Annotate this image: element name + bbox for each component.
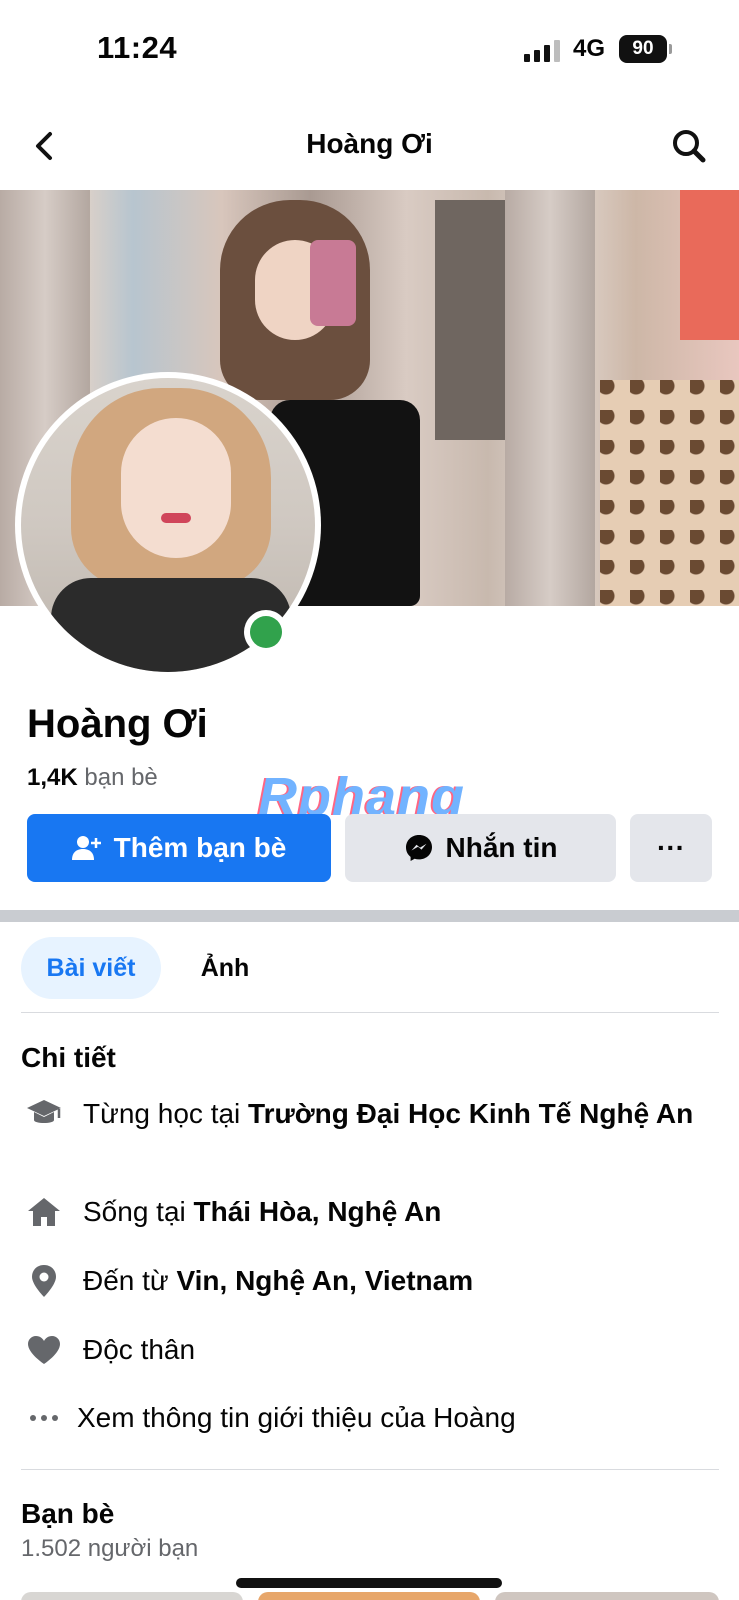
heart-icon bbox=[26, 1332, 62, 1368]
details-divider bbox=[21, 1469, 719, 1470]
friend-count-label: bạn bè bbox=[84, 764, 158, 791]
search-icon bbox=[673, 130, 706, 163]
search-button[interactable] bbox=[667, 124, 711, 168]
more-options-button[interactable]: ··· bbox=[630, 814, 712, 882]
online-status-indicator bbox=[244, 610, 288, 654]
relationship-status: Độc thân bbox=[83, 1334, 196, 1365]
nav-bar: Hoàng Ơi bbox=[0, 110, 739, 182]
more-dots-icon: ··· bbox=[657, 832, 685, 863]
friend-thumbnail[interactable] bbox=[258, 1592, 480, 1600]
city-prefix: Sống tại bbox=[83, 1196, 194, 1227]
friend-count[interactable]: 1,4K bạn bè bbox=[27, 764, 158, 792]
education-prefix: Từng học tại bbox=[83, 1098, 249, 1129]
see-about-label: Xem thông tin giới thiệu của Hoàng bbox=[77, 1402, 516, 1433]
add-friend-icon bbox=[71, 834, 102, 862]
detail-education: Từng học tại Trường Đại Học Kinh Tế Nghệ… bbox=[21, 1096, 721, 1168]
nav-title: Hoàng Ơi bbox=[306, 128, 433, 159]
friends-title: Bạn bè bbox=[21, 1498, 115, 1529]
message-label: Nhắn tin bbox=[445, 832, 558, 863]
status-time: 11:24 bbox=[97, 30, 178, 65]
battery-icon: 90 bbox=[619, 35, 672, 63]
profile-name: Hoàng Ơi bbox=[27, 702, 208, 746]
signal-strength-icon bbox=[524, 38, 564, 62]
education-value[interactable]: Trường Đại Học Kinh Tế Nghệ An bbox=[248, 1098, 693, 1129]
tabs-divider bbox=[21, 1012, 719, 1013]
location-pin-icon bbox=[26, 1263, 62, 1299]
hometown-value[interactable]: Vin, Nghệ An, Vietnam bbox=[176, 1265, 473, 1296]
hometown-prefix: Đến từ bbox=[83, 1265, 177, 1296]
friend-count-value: 1,4K bbox=[27, 764, 78, 791]
details-title: Chi tiết bbox=[21, 1042, 116, 1073]
tab-photos[interactable]: Ảnh bbox=[180, 937, 270, 999]
status-bar: 11:24 4G 90 bbox=[0, 0, 739, 100]
home-indicator[interactable] bbox=[236, 1578, 502, 1588]
friend-thumbnail[interactable] bbox=[495, 1592, 719, 1600]
network-type: 4G bbox=[573, 35, 606, 62]
message-button[interactable]: Nhắn tin bbox=[345, 814, 616, 882]
friends-count: 1.502 người bạn bbox=[21, 1535, 199, 1562]
add-friend-label: Thêm bạn bè bbox=[113, 832, 287, 863]
tab-posts[interactable]: Bài viết bbox=[21, 937, 161, 999]
detail-current-city: Sống tại Thái Hòa, Nghệ An bbox=[21, 1194, 721, 1230]
detail-relationship: Độc thân bbox=[21, 1332, 721, 1368]
city-value[interactable]: Thái Hòa, Nghệ An bbox=[194, 1196, 442, 1227]
friend-thumbnail[interactable] bbox=[21, 1592, 243, 1600]
detail-hometown: Đến từ Vin, Nghệ An, Vietnam bbox=[21, 1263, 721, 1299]
home-icon bbox=[26, 1194, 62, 1230]
section-divider bbox=[0, 910, 739, 922]
battery-level: 90 bbox=[632, 38, 654, 59]
add-friend-button[interactable]: Thêm bạn bè bbox=[27, 814, 331, 882]
messenger-icon bbox=[404, 833, 434, 863]
graduation-cap-icon bbox=[26, 1096, 62, 1132]
detail-see-about[interactable]: Xem thông tin giới thiệu của Hoàng bbox=[21, 1400, 721, 1436]
more-dots-icon bbox=[26, 1400, 62, 1436]
